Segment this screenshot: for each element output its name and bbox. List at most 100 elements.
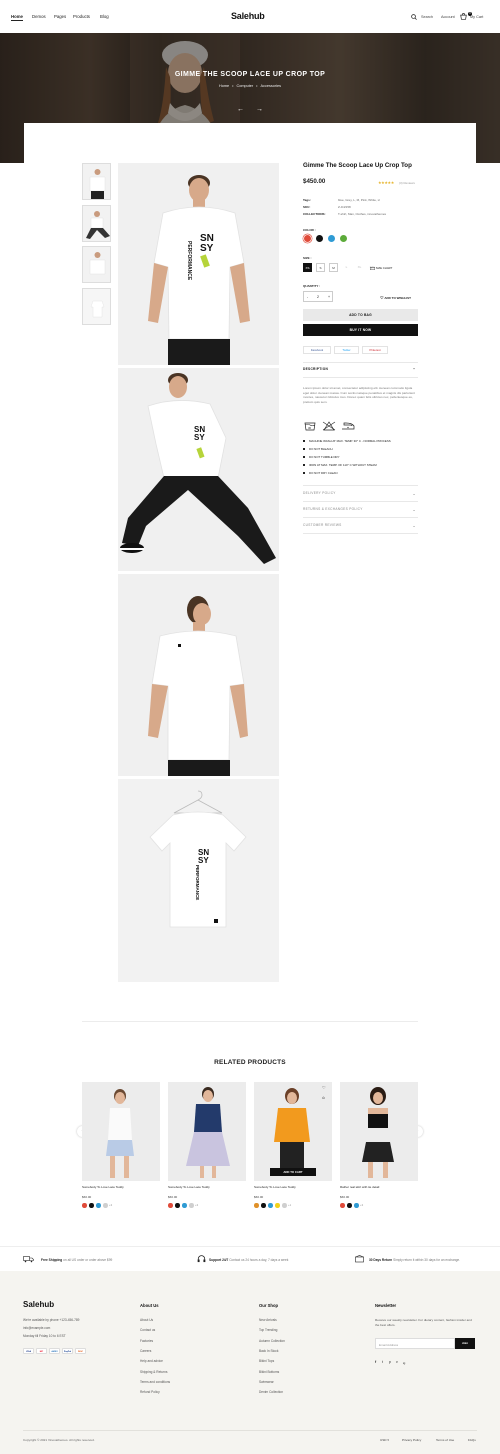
footer-link[interactable]: Help and advice — [140, 1359, 163, 1363]
related-product-image[interactable] — [254, 1082, 332, 1181]
swatch-blue[interactable] — [182, 1203, 187, 1208]
nav-pages[interactable]: Pages — [54, 14, 66, 19]
add-to-bag-button[interactable]: ADD TO BAG — [303, 309, 418, 321]
product-image-front[interactable]: SN SY PERFORMANCE — [118, 163, 279, 365]
footer-link[interactable]: Back In Stock — [259, 1349, 279, 1353]
footer-link[interactable]: Factories — [140, 1339, 153, 1343]
twitter-icon[interactable]: t — [382, 1360, 383, 1364]
privacy-link[interactable]: Privacy Policy — [402, 1438, 421, 1442]
color-swatch[interactable] — [304, 235, 311, 242]
reviews-link[interactable]: (3) Reviews — [399, 181, 415, 185]
customer-reviews-accordion[interactable]: CUSTOMER REVIEWS ⌄ — [303, 523, 418, 528]
returns-policy-accordion[interactable]: RETURNS & EXCHANGES POLICY ⌄ — [303, 507, 418, 512]
nav-demos[interactable]: Demos — [32, 14, 46, 19]
color-swatch[interactable] — [340, 235, 347, 242]
faqs-link[interactable]: FAQs — [468, 1438, 476, 1442]
footer-link[interactable]: Terms and conditions — [140, 1380, 170, 1384]
footer-link[interactable]: Contact us — [140, 1328, 155, 1332]
swatch-black[interactable] — [89, 1203, 94, 1208]
related-product-image[interactable] — [168, 1082, 246, 1181]
thumbnail-hanger[interactable] — [82, 288, 111, 325]
related-product-name[interactable]: Somebody To Love Lace Teddy — [168, 1185, 210, 1189]
swatch-blue[interactable] — [268, 1203, 273, 1208]
size-option[interactable]: XL — [355, 263, 364, 272]
cart-icon[interactable] — [460, 13, 467, 20]
footer-link[interactable]: Bikini Tops — [259, 1359, 274, 1363]
thumbnail-back[interactable] — [82, 246, 111, 283]
footer-link[interactable]: Refund Policy — [140, 1390, 160, 1394]
currency-selector[interactable]: USD ▾ — [380, 1438, 389, 1442]
related-product-name[interactable]: Rather real skirt with tie detail — [340, 1185, 379, 1189]
product-image-hanger[interactable]: SN SY PERFORMANCE — [118, 779, 279, 982]
footer-logo[interactable]: Salehub — [23, 1300, 54, 1309]
thumbnail-pose[interactable] — [82, 205, 111, 242]
breadcrumb-computer[interactable]: Computer — [237, 84, 254, 88]
swatch-black[interactable] — [347, 1203, 352, 1208]
account-link[interactable]: Account — [441, 15, 455, 19]
size-option[interactable]: XS — [303, 263, 312, 272]
wishlist-button[interactable]: ♡ ADD TO WISHLIST — [380, 295, 411, 300]
size-option[interactable]: L — [342, 263, 351, 272]
swatch-orange[interactable] — [254, 1203, 259, 1208]
color-swatch[interactable] — [316, 235, 323, 242]
swatch-yellow[interactable] — [275, 1203, 280, 1208]
related-product-name[interactable]: Somebody To Love Lace Teddy — [254, 1185, 296, 1189]
footer-link[interactable]: Bikini Bottoms — [259, 1370, 279, 1374]
share-pinterest[interactable]: Pinterest — [362, 346, 388, 354]
product-image-back[interactable] — [118, 574, 279, 776]
footer-link[interactable]: Top Trending — [259, 1328, 277, 1332]
add-to-cart-button[interactable]: ADD TO CART — [270, 1168, 316, 1176]
breadcrumb-home[interactable]: Home — [219, 84, 229, 88]
related-product-image[interactable] — [82, 1082, 160, 1181]
size-chart-link[interactable]: SIZE CHART — [370, 266, 392, 270]
nav-home[interactable]: Home — [11, 14, 23, 21]
swatch-grey[interactable] — [103, 1203, 108, 1208]
newsletter-join-button[interactable]: Join — [455, 1338, 475, 1349]
share-facebook[interactable]: Facebook — [303, 346, 331, 354]
description-accordion[interactable]: DESCRIPTION ⌃ — [303, 367, 418, 372]
swatch-blue[interactable] — [354, 1203, 359, 1208]
cart-link[interactable]: My Cart — [470, 15, 483, 19]
buy-now-button[interactable]: BUY IT NOW — [303, 324, 418, 336]
related-product-name[interactable]: Somebody To Love Lace Teddy — [82, 1185, 124, 1189]
swatch-grey[interactable] — [282, 1203, 287, 1208]
pinterest-icon[interactable]: p — [389, 1360, 391, 1364]
vimeo-icon[interactable]: v — [396, 1360, 398, 1364]
swatch-black[interactable] — [261, 1203, 266, 1208]
thumbnail-front[interactable] — [82, 163, 111, 200]
nav-blog[interactable]: Blog — [100, 14, 109, 19]
search-icon[interactable] — [411, 14, 417, 20]
next-product-arrow-icon[interactable]: → — [256, 106, 263, 113]
footer-link[interactable]: Careers — [140, 1349, 151, 1353]
footer-link[interactable]: Shipping & Returns — [140, 1370, 167, 1374]
swatch-black[interactable] — [175, 1203, 180, 1208]
footer-link[interactable]: Autumn Collection — [259, 1339, 285, 1343]
instagram-icon[interactable]: ig — [403, 1361, 405, 1365]
size-option[interactable]: M — [329, 263, 338, 272]
nav-products[interactable]: Products — [73, 14, 90, 19]
search-link[interactable]: Search — [421, 15, 433, 19]
footer-link[interactable]: New Arrivals — [259, 1318, 277, 1322]
footer-email[interactable]: info@example.com — [23, 1326, 50, 1330]
facebook-icon[interactable]: f — [375, 1360, 376, 1364]
site-logo[interactable]: Salehub — [231, 11, 265, 21]
swatch-blue[interactable] — [96, 1203, 101, 1208]
share-twitter[interactable]: Twitter — [334, 346, 359, 354]
swatch-red[interactable] — [168, 1203, 173, 1208]
product-image-pose[interactable]: SN SY — [118, 368, 279, 571]
footer-link[interactable]: Swimwear — [259, 1380, 274, 1384]
wishlist-heart-icon[interactable]: ♡ — [322, 1085, 326, 1090]
qty-minus-button[interactable]: - — [307, 295, 308, 299]
related-product-image[interactable] — [340, 1082, 418, 1181]
quick-view-icon[interactable]: ⊙ — [322, 1096, 325, 1100]
delivery-policy-accordion[interactable]: DELIVERY POLICY ⌄ — [303, 491, 418, 496]
swatch-red[interactable] — [340, 1203, 345, 1208]
footer-link[interactable]: Denim Collection — [259, 1390, 283, 1394]
qty-plus-button[interactable]: + — [328, 295, 330, 299]
swatch-grey[interactable] — [189, 1203, 194, 1208]
qty-value[interactable]: 2 — [317, 295, 319, 299]
terms-link[interactable]: Terms of Use — [436, 1438, 454, 1442]
size-option[interactable]: S — [316, 263, 325, 272]
color-swatch[interactable] — [328, 235, 335, 242]
prev-product-arrow-icon[interactable]: ← — [237, 106, 244, 113]
